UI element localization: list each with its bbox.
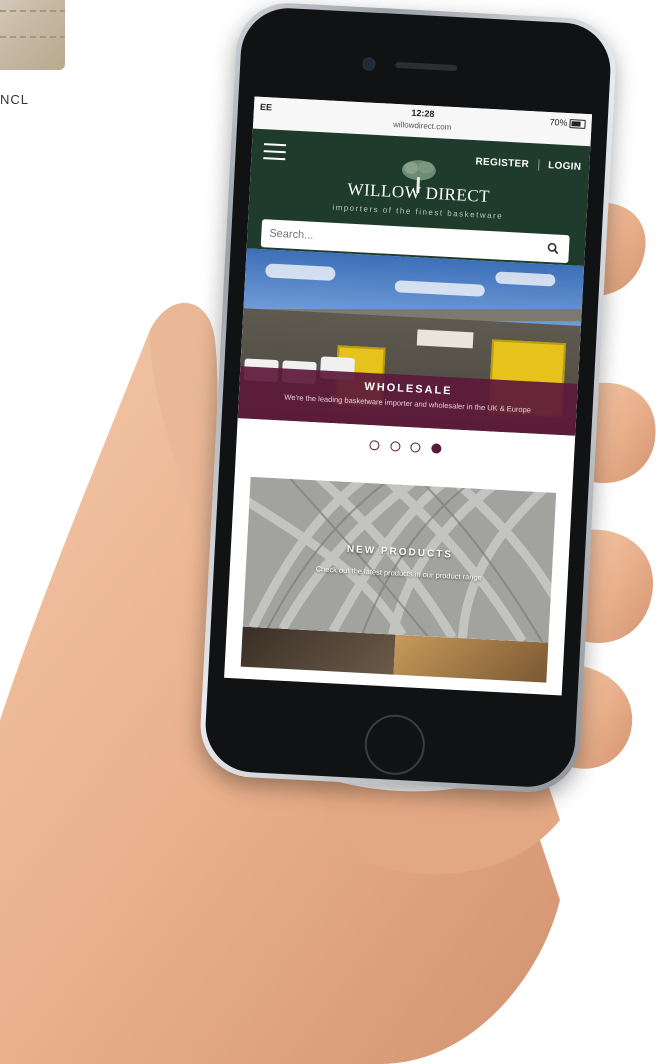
- register-link[interactable]: REGISTER: [475, 156, 529, 170]
- auth-links: REGISTER LOGIN: [475, 156, 581, 173]
- phone-screen: EE 12:28 willowdirect.com 70% REGISTER L…: [224, 96, 593, 696]
- search-icon[interactable]: [547, 242, 560, 255]
- auth-divider: [537, 159, 540, 171]
- warehouse-sign: [416, 329, 474, 349]
- hamburger-menu-icon[interactable]: [263, 143, 287, 161]
- cloud-shape: [265, 263, 336, 282]
- slider-dot-active[interactable]: [430, 443, 442, 454]
- phone-device: EE 12:28 willowdirect.com 70% REGISTER L…: [197, 0, 619, 795]
- site-header: REGISTER LOGIN WILLOW DIRECT importers o…: [246, 128, 591, 267]
- slider-dot[interactable]: [410, 442, 421, 453]
- new-products-tile[interactable]: NEW PRODUCTS Check out the latest produc…: [242, 476, 557, 643]
- category-tile[interactable]: [240, 626, 396, 675]
- front-camera: [362, 57, 376, 71]
- hero-slider[interactable]: WHOLESALE We're the leading basketware i…: [237, 248, 585, 436]
- battery-percent: 70%: [549, 117, 568, 128]
- slider-dot[interactable]: [389, 441, 401, 452]
- cloud-shape: [495, 271, 556, 287]
- earpiece-speaker: [395, 61, 458, 72]
- slider-dot[interactable]: [369, 440, 381, 451]
- category-tile[interactable]: [393, 634, 549, 683]
- login-link[interactable]: LOGIN: [548, 160, 582, 173]
- home-button[interactable]: [363, 713, 427, 777]
- battery-icon: [569, 119, 586, 129]
- cloud-shape: [394, 280, 485, 297]
